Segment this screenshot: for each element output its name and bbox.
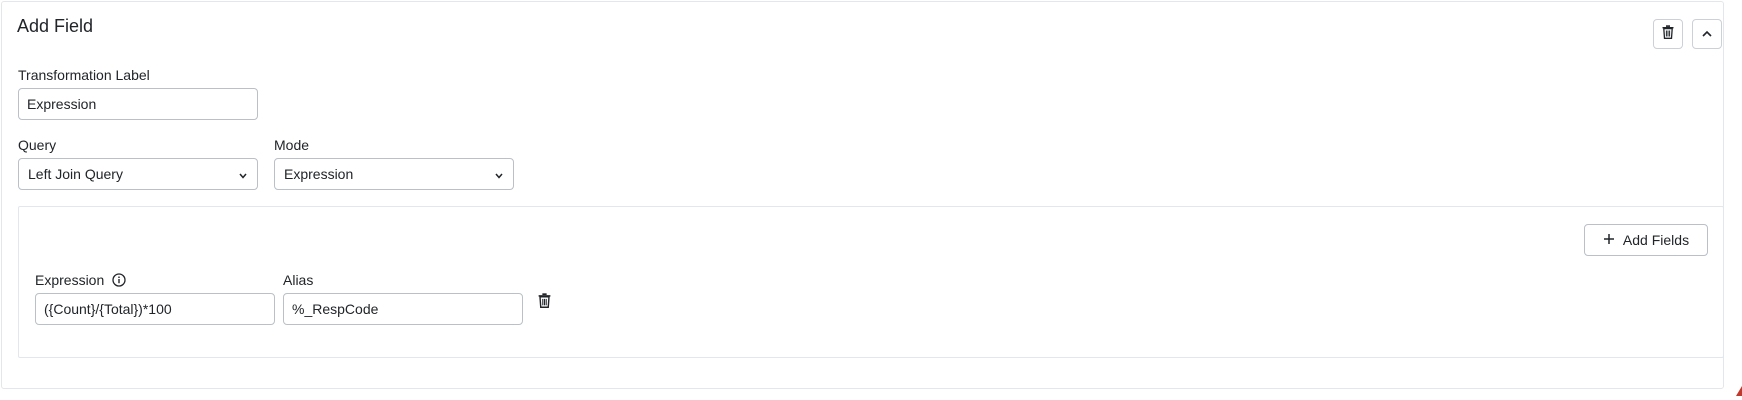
add-fields-label: Add Fields [1622, 232, 1690, 248]
trash-icon [1662, 24, 1674, 44]
chevron-down-icon [238, 166, 248, 182]
delete-transformation-button[interactable] [1653, 19, 1683, 49]
query-selected-value: Left Join Query [28, 166, 123, 182]
transformation-label-label: Transformation Label [18, 67, 150, 83]
trash-icon [538, 293, 551, 313]
expression-label: Expression [35, 272, 105, 288]
panel-title: Add Field [17, 16, 94, 36]
alias-input[interactable] [283, 293, 523, 325]
collapse-button[interactable] [1692, 19, 1722, 49]
info-icon[interactable] [112, 273, 126, 287]
transformation-label-input[interactable] [18, 88, 258, 120]
alias-label: Alias [283, 272, 314, 288]
delete-field-row-button[interactable] [535, 293, 553, 313]
plus-icon [1603, 232, 1615, 248]
mode-label: Mode [274, 137, 310, 153]
chevron-down-icon [494, 166, 504, 182]
mode-select[interactable]: Expression [274, 158, 514, 190]
resize-handle-icon [1736, 386, 1742, 396]
expression-label-group: Expression [35, 272, 126, 288]
add-fields-button[interactable]: Add Fields [1584, 224, 1708, 256]
query-select[interactable]: Left Join Query [18, 158, 258, 190]
expression-input[interactable] [35, 293, 275, 325]
mode-selected-value: Expression [284, 166, 354, 182]
query-label: Query [18, 137, 57, 153]
chevron-up-icon [1701, 25, 1713, 43]
fields-section [18, 206, 1724, 358]
